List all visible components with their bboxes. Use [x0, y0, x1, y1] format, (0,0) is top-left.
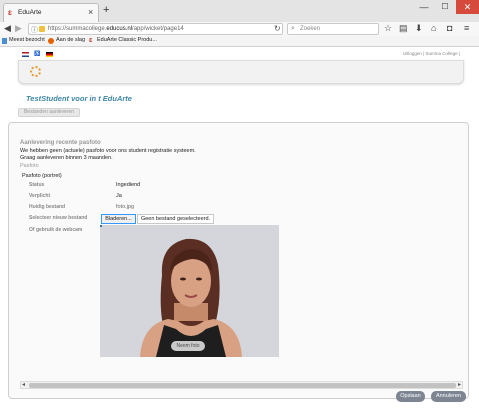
forward-icon[interactable]: ▶ — [15, 23, 22, 34]
close-window-button[interactable]: ✕ — [456, 0, 479, 14]
minimize-button[interactable]: — — [414, 2, 434, 14]
verplicht-value: Ja — [116, 193, 122, 199]
lock-icon — [39, 26, 45, 32]
bookmarks-toolbar: Meest bezocht Aan de slag ɛ EduArte Clas… — [0, 36, 479, 47]
browser-tab[interactable]: ɛ EduArte × — [3, 3, 99, 22]
reading-list-icon[interactable]: ▤ — [399, 23, 408, 34]
eduarte-bookmark-icon: ɛ — [89, 37, 93, 44]
bookmark-aan-de-slag[interactable]: Aan de slag — [56, 37, 85, 43]
top-strip: ♿ Uitloggen | Summa College | — [18, 51, 464, 59]
search-placeholder: Zoeken — [300, 26, 321, 32]
content-panel: Aanlevering recente pasfoto We hebben ge… — [8, 122, 469, 399]
menu-icon[interactable]: ≡ — [464, 23, 469, 33]
scroll-left-icon[interactable]: ◂ — [22, 381, 25, 388]
webcam-capture-button[interactable]: Neem foto — [171, 341, 205, 351]
description-line-1: We hebben geen (actuele) pasfoto voor on… — [20, 148, 196, 154]
scrollbar-thumb[interactable] — [29, 383, 456, 388]
top-links[interactable]: Uitloggen | Summa College | — [403, 51, 460, 56]
tab-title: EduArte — [18, 9, 42, 16]
bookmark-meest-bezocht[interactable]: Meest bezocht — [9, 37, 45, 43]
status-label: Status — [29, 182, 45, 188]
page-title: TestStudent voor in t EduArte — [26, 94, 132, 103]
bookmarks-folder-icon — [2, 38, 7, 44]
eduarte-favicon-icon: ɛ — [8, 8, 12, 17]
huidig-bestand-value[interactable]: foto.jpg — [116, 204, 134, 210]
back-icon[interactable]: ◀ — [4, 23, 11, 34]
navigation-toolbar: ◀ ▶ ⓘ https://summacollege.educus.nl/app… — [0, 22, 479, 36]
huidig-bestand-label: Huidig bestand — [29, 204, 66, 210]
scroll-right-icon[interactable]: ▸ — [458, 381, 461, 388]
header-panel — [18, 60, 464, 84]
web-page: ♿ Uitloggen | Summa College | TestStuden… — [0, 47, 479, 409]
home-icon[interactable]: ⌂ — [431, 23, 436, 33]
selecteer-bestand-label: Selecteer nieuw bestand — [29, 215, 88, 221]
verplicht-label: Verplicht — [29, 193, 51, 199]
description-line-2: Graag aanleveren binnen 3 maanden. — [20, 155, 113, 161]
bookmark-eduarte-classic[interactable]: EduArte Classic Produ... — [97, 37, 157, 43]
cancel-button[interactable]: Annuleren — [431, 391, 466, 402]
horizontal-scrollbar[interactable]: ◂ ▸ — [20, 381, 463, 389]
summa-logo-icon — [30, 66, 41, 77]
webcam-label: Of gebruik de webcam — [29, 227, 83, 233]
firefox-icon — [48, 38, 54, 44]
accessibility-icon[interactable]: ♿ — [34, 51, 40, 57]
webcam-preview[interactable]: Neem foto — [100, 225, 279, 357]
flag-de-icon[interactable] — [46, 52, 53, 57]
search-bar[interactable]: ⌕ Zoeken — [287, 23, 379, 35]
maximize-button[interactable]: ☐ — [435, 2, 455, 14]
reload-icon[interactable]: ↻ — [274, 24, 281, 33]
download-icon[interactable]: ⬇ — [415, 23, 423, 34]
new-tab-button[interactable]: + — [103, 4, 109, 16]
url-bar[interactable]: ⓘ https://summacollege.educus.nl/app/wic… — [28, 23, 283, 35]
flag-nl-icon[interactable] — [22, 52, 29, 57]
description: We hebben geen (actuele) pasfoto voor on… — [20, 148, 196, 162]
pasfoto-label: Pasfoto — [20, 163, 39, 169]
tab-close-icon[interactable]: × — [88, 7, 93, 17]
file-status-field[interactable]: Geen bestand geselecteerd. — [137, 214, 214, 224]
save-button[interactable]: Opslaan — [396, 391, 425, 402]
search-icon: ⌕ — [291, 25, 295, 32]
browse-button[interactable]: Bladeren... — [101, 214, 136, 224]
bestanden-aanleveren-button[interactable]: Bestanden aanleveren — [18, 108, 80, 117]
pocket-icon[interactable]: ◘ — [447, 23, 452, 33]
section-title: Aanlevering recente pasfoto — [20, 140, 101, 146]
info-icon[interactable]: ⓘ — [31, 25, 38, 35]
url-text[interactable]: https://summacollege.educus.nl/app/wicke… — [48, 26, 184, 32]
webcam-person-image — [100, 225, 279, 357]
browser-titlebar: ɛ EduArte × + — ☐ ✕ — [0, 0, 479, 22]
bookmark-star-icon[interactable]: ☆ — [384, 23, 392, 34]
pasfoto-portret-heading: Pasfoto (portret) — [22, 173, 62, 179]
status-value: Ingediend — [116, 182, 141, 188]
